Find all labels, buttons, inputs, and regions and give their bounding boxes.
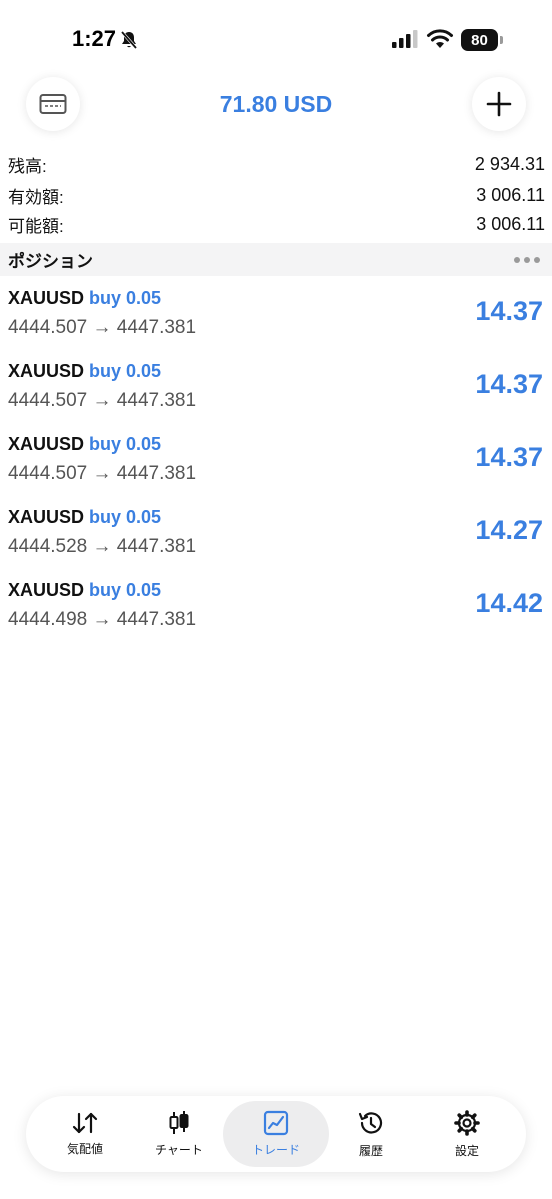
balance-value: 2 934.31 — [474, 153, 545, 174]
positions-section-header: ポジション — [0, 243, 552, 276]
equity-row: 有効額: 3 006.11 — [8, 181, 545, 209]
free-margin-label: 可能額: — [8, 216, 64, 236]
position-row[interactable]: XAUUSD buy 0.05 4444.507 → 4447.381 14.3… — [0, 277, 552, 350]
equity-value: 3 006.11 — [476, 184, 545, 205]
tab-label: 設定 — [454, 1144, 479, 1158]
position-row[interactable]: XAUUSD buy 0.05 4444.507 → 4447.381 14.3… — [0, 350, 552, 423]
tab-label: トレード — [251, 1143, 300, 1157]
position-side-volume: buy 0.05 — [89, 361, 162, 381]
position-symbol: XAUUSD — [8, 580, 85, 600]
position-title: XAUUSD buy 0.05 — [8, 507, 161, 528]
cellular-signal-icon — [392, 30, 418, 48]
balance-row: 残高: 2 934.31 — [8, 150, 545, 178]
position-profit: 14.42 — [475, 588, 543, 618]
tab-history[interactable]: 履歴 — [322, 1101, 420, 1167]
more-options-icon[interactable] — [514, 256, 544, 263]
position-prices: 4444.498 → 4447.381 — [8, 609, 197, 630]
free-margin-row: 可能額: 3 006.11 — [8, 210, 545, 238]
position-title: XAUUSD buy 0.05 — [8, 434, 161, 455]
position-symbol: XAUUSD — [8, 434, 85, 454]
position-symbol: XAUUSD — [8, 507, 85, 527]
battery-indicator: 80 — [461, 29, 503, 51]
position-prices: 4444.528 → 4447.381 — [8, 536, 197, 557]
position-symbol: XAUUSD — [8, 361, 85, 381]
position-title: XAUUSD buy 0.05 — [8, 288, 161, 309]
tab-label: 気配値 — [66, 1142, 103, 1156]
trade-chart-icon — [263, 1110, 289, 1136]
position-title: XAUUSD buy 0.05 — [8, 580, 161, 601]
balance-label: 残高: — [8, 156, 47, 176]
tab-quotes[interactable]: 気配値 — [36, 1101, 134, 1167]
tab-trade[interactable]: トレード — [223, 1101, 329, 1167]
position-prices: 4444.507 → 4447.381 — [8, 317, 197, 338]
history-clock-icon — [358, 1112, 383, 1134]
candlestick-icon — [169, 1111, 189, 1134]
positions-section-title: ポジション — [8, 252, 93, 272]
new-order-button[interactable] — [472, 77, 526, 131]
battery-level: 80 — [461, 29, 498, 51]
quotes-arrows-icon — [72, 1112, 98, 1134]
position-side-volume: buy 0.05 — [89, 580, 162, 600]
tab-label: 履歴 — [358, 1144, 383, 1158]
wifi-icon — [427, 29, 453, 48]
bottom-tab-bar: 気配値 チャート トレード 履歴 設定 — [26, 1096, 526, 1172]
tab-label: チャート — [155, 1143, 203, 1157]
position-profit: 14.37 — [475, 442, 543, 472]
bell-muted-icon — [120, 31, 138, 49]
position-side-volume: buy 0.05 — [89, 288, 162, 308]
position-row[interactable]: XAUUSD buy 0.05 4444.507 → 4447.381 14.3… — [0, 423, 552, 496]
position-profit: 14.37 — [475, 369, 543, 399]
plus-icon — [486, 91, 512, 117]
position-prices: 4444.507 → 4447.381 — [8, 390, 197, 411]
tab-settings[interactable]: 設定 — [418, 1101, 516, 1167]
position-profit: 14.37 — [475, 296, 543, 326]
position-profit: 14.27 — [475, 515, 543, 545]
position-symbol: XAUUSD — [8, 288, 85, 308]
position-side-volume: buy 0.05 — [89, 434, 162, 454]
position-row[interactable]: XAUUSD buy 0.05 4444.498 → 4447.381 14.4… — [0, 569, 552, 642]
equity-label: 有効額: — [8, 187, 64, 207]
position-title: XAUUSD buy 0.05 — [8, 361, 161, 382]
position-prices: 4444.507 → 4447.381 — [8, 463, 197, 484]
account-profit-title: 71.80 USD — [219, 91, 333, 117]
tab-chart[interactable]: チャート — [130, 1101, 228, 1167]
battery-tip — [500, 36, 503, 44]
position-row[interactable]: XAUUSD buy 0.05 4444.528 → 4447.381 14.2… — [0, 496, 552, 569]
free-margin-value: 3 006.11 — [476, 213, 545, 234]
gear-icon — [454, 1110, 480, 1136]
status-bar: 1:27 80 — [0, 0, 552, 80]
position-side-volume: buy 0.05 — [89, 507, 162, 527]
status-time: 1:27 — [72, 26, 117, 51]
